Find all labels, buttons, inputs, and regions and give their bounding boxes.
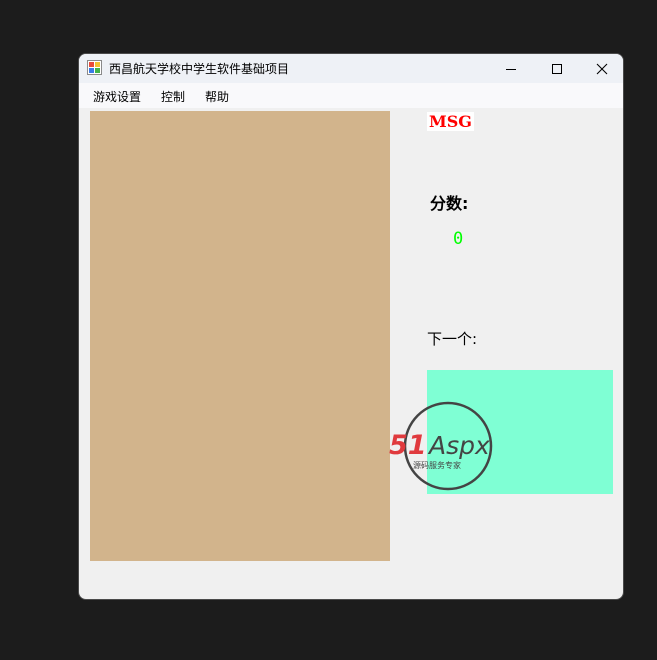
- maximize-icon: [552, 63, 562, 74]
- game-board[interactable]: [90, 111, 390, 561]
- svg-text:51: 51: [389, 430, 427, 461]
- next-piece-label: 下一个:: [427, 330, 478, 348]
- watermark-tagline: 源码服务专家: [413, 460, 461, 470]
- svg-text:Aspx: Aspx: [427, 431, 490, 460]
- menu-help[interactable]: 帮助: [205, 88, 229, 105]
- close-icon: [596, 63, 608, 74]
- title-bar[interactable]: 西昌航天学校中学生软件基础项目: [79, 54, 623, 83]
- app-icon: [87, 60, 102, 75]
- menu-game-settings[interactable]: 游戏设置: [93, 88, 141, 105]
- menu-bar: 游戏设置 控制 帮助: [79, 83, 623, 108]
- minimize-icon: [506, 68, 516, 70]
- menu-control[interactable]: 控制: [161, 88, 185, 105]
- score-label: 分数:: [430, 194, 469, 213]
- score-value: 0: [453, 229, 464, 249]
- watermark-logo: 51 Aspx 源码服务专家: [389, 401, 493, 491]
- message-label: MSG: [427, 112, 474, 131]
- app-window: 西昌航天学校中学生软件基础项目 游戏设置 控制 帮助 MSG 分数: 0 下一个…: [78, 53, 624, 600]
- window-title: 西昌航天学校中学生软件基础项目: [109, 62, 290, 76]
- maximize-button[interactable]: [534, 54, 580, 83]
- close-button[interactable]: [579, 54, 623, 83]
- minimize-button[interactable]: [488, 54, 534, 83]
